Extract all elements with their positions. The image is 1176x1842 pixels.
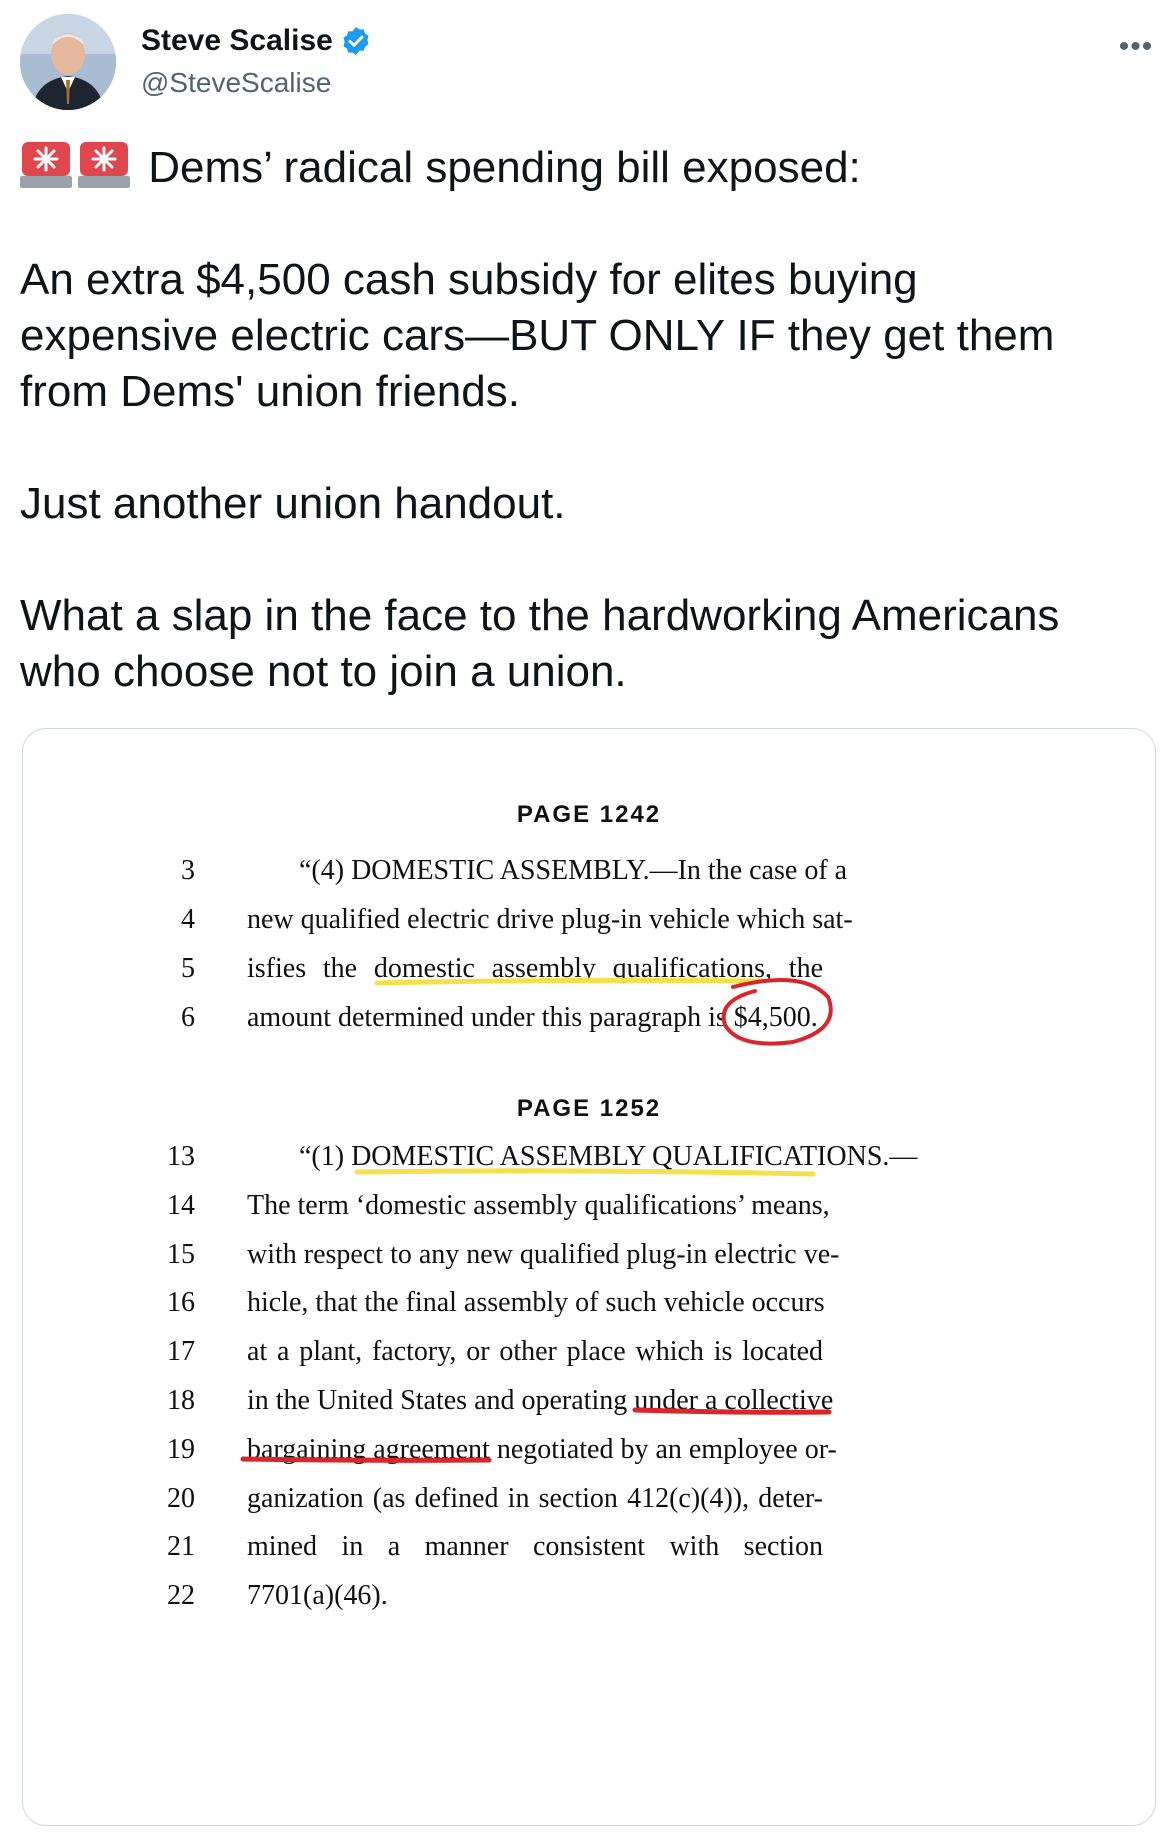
tweet-body: Dems’ radical spending bill exposed: An …: [20, 140, 1160, 700]
line-number: 17: [167, 1336, 195, 1368]
line-number: 15: [167, 1238, 195, 1270]
bill-text-line: new qualified electric drive plug-in veh…: [247, 904, 853, 935]
tweet-text-line: who choose not to join a union.: [20, 647, 627, 696]
avatar[interactable]: [20, 14, 116, 110]
line-number: 16: [167, 1287, 195, 1319]
line-number: 19: [167, 1433, 195, 1465]
line-number: 5: [181, 953, 195, 984]
line-number: 14: [167, 1189, 195, 1221]
tweet-header: Steve Scalise @SteveScalise •••: [20, 14, 1156, 114]
attached-image[interactable]: PAGE 1242 PAGE 1252 3 “(4) DOMESTIC ASSEM…: [22, 728, 1156, 1826]
line-number: 22: [167, 1580, 195, 1612]
line-number: 4: [181, 904, 195, 935]
bill-text-line: isfies the domestic assembly qualificati…: [247, 953, 823, 984]
bill-text-line: in the United States and operating under…: [247, 1385, 834, 1416]
bill-text-line: bargaining agreement negotiated by an em…: [247, 1433, 837, 1465]
siren-emoji-icon: [20, 140, 72, 190]
page-header: PAGE 1252: [516, 1095, 662, 1122]
line-number: 13: [167, 1141, 195, 1172]
bill-text-line: “(1) DOMESTIC ASSEMBLY QUALIFICATIONS.—: [299, 1141, 918, 1172]
bill-text-line: “(4) DOMESTIC ASSEMBLY.—In the case of a: [299, 855, 848, 886]
verified-badge-icon: [340, 25, 372, 57]
bill-excerpt: PAGE 1242 PAGE 1252 3 “(4) DOMESTIC ASSEM…: [23, 729, 1155, 1825]
line-number: 18: [167, 1385, 195, 1416]
more-options-icon[interactable]: •••: [1116, 32, 1156, 62]
bill-text-line: with respect to any new qualified plug-i…: [247, 1238, 840, 1270]
bill-text-line: The term ‘domestic assembly qualificatio…: [247, 1189, 830, 1221]
avatar-photo: [20, 14, 116, 110]
bill-text-line: mined in a manner consistent with sectio…: [247, 1531, 823, 1563]
line-number: 20: [167, 1482, 195, 1514]
bill-text-line: amount determined under this paragraph i…: [247, 1002, 818, 1033]
tweet-text-line: Dems’ radical spending bill exposed:: [148, 143, 861, 192]
author-handle[interactable]: @SteveScalise: [141, 67, 331, 99]
bill-text-line: ganization (as defined in section 412(c)…: [247, 1482, 823, 1514]
author-name-line: Steve Scalise: [141, 24, 372, 58]
bill-text-line: 7701(a)(46).: [247, 1580, 388, 1612]
tweet-text-line: expensive electric cars—BUT ONLY IF they…: [20, 311, 1055, 360]
author-name[interactable]: Steve Scalise: [141, 24, 333, 58]
tweet-line-1: Dems’ radical spending bill exposed:: [20, 140, 1160, 196]
tweet-text-line: Just another union handout.: [20, 479, 566, 528]
siren-emoji-icon: [78, 140, 130, 190]
tweet-text-line: An extra $4,500 cash subsidy for elites …: [20, 255, 918, 304]
bill-text-line: hicle, that the final assembly of such v…: [247, 1287, 825, 1319]
line-number: 6: [181, 1002, 195, 1033]
bill-text-line: at a plant, factory, or other place whic…: [247, 1336, 823, 1368]
line-number: 3: [181, 855, 195, 886]
tweet-text-line: from Dems' union friends.: [20, 367, 520, 416]
page-header: PAGE 1242: [516, 801, 662, 828]
line-number: 21: [167, 1531, 195, 1563]
tweet-text-line: What a slap in the face to the hardworki…: [20, 591, 1060, 640]
